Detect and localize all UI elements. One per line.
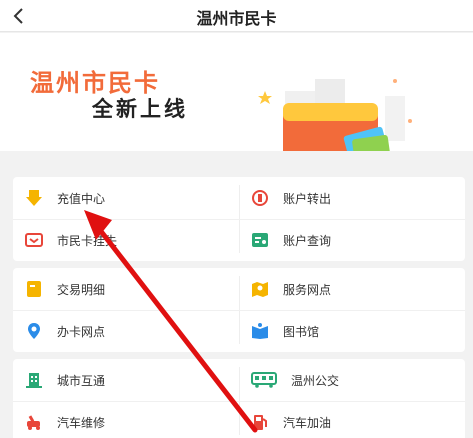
menu-item-label: 账户查询 bbox=[283, 233, 332, 248]
service-group-2: 交易明细 服务网点 办卡网点 图书馆 bbox=[13, 268, 465, 352]
menu-item-transfer-out[interactable]: 账户转出 bbox=[251, 179, 473, 217]
menu-item-card-loss[interactable]: 市民卡挂失 bbox=[25, 221, 251, 259]
fuel-icon bbox=[251, 413, 269, 431]
menu-item-label: 城市互通 bbox=[57, 373, 106, 388]
menu-item-wenzhou-bus[interactable]: 温州公交 bbox=[251, 361, 473, 399]
bus-icon bbox=[251, 371, 277, 389]
service-group-3: 城市互通 温州公交 汽车维修 汽车加油 bbox=[13, 359, 465, 438]
banner-illustration bbox=[258, 79, 412, 151]
banner-subtitle: 全新上线 bbox=[92, 97, 188, 121]
menu-item-car-refuel[interactable]: 汽车加油 bbox=[251, 403, 473, 438]
menu-item-account-query[interactable]: 账户查询 bbox=[251, 221, 473, 259]
service-group-1: 充值中心 账户转出 市民卡挂失 账户查询 bbox=[13, 177, 465, 261]
menu-item-label: 交易明细 bbox=[57, 282, 106, 297]
card-search-icon bbox=[251, 231, 269, 249]
menu-item-card-outlets[interactable]: 办卡网点 bbox=[25, 312, 251, 350]
menu-item-service-outlets[interactable]: 服务网点 bbox=[251, 270, 473, 308]
divider bbox=[13, 401, 465, 402]
menu-item-label: 图书馆 bbox=[283, 324, 320, 339]
menu-item-transactions[interactable]: 交易明细 bbox=[25, 270, 251, 308]
divider bbox=[13, 219, 465, 220]
menu-item-library[interactable]: 图书馆 bbox=[251, 312, 473, 350]
menu-item-label: 市民卡挂失 bbox=[57, 233, 118, 248]
download-arrow-icon bbox=[25, 189, 43, 207]
promo-banner[interactable]: 温州市民卡 全新上线 bbox=[0, 33, 473, 151]
menu-item-recharge[interactable]: 充值中心 bbox=[25, 179, 251, 217]
map-pin-icon bbox=[251, 280, 269, 298]
book-icon bbox=[251, 322, 269, 340]
menu-item-label: 温州公交 bbox=[291, 373, 340, 388]
nav-bar: 温州市民卡 bbox=[0, 0, 473, 32]
receipt-icon bbox=[25, 280, 43, 298]
menu-item-label: 汽车维修 bbox=[57, 415, 106, 430]
menu-item-label: 办卡网点 bbox=[57, 324, 106, 339]
menu-item-label: 账户转出 bbox=[283, 191, 332, 206]
divider bbox=[13, 310, 465, 311]
menu-item-label: 充值中心 bbox=[57, 191, 106, 206]
building-icon bbox=[25, 371, 43, 389]
location-icon bbox=[25, 322, 43, 340]
menu-item-car-repair[interactable]: 汽车维修 bbox=[25, 403, 251, 438]
refresh-circle-icon bbox=[251, 189, 269, 207]
wrench-icon bbox=[25, 413, 43, 431]
wallet-icon bbox=[25, 231, 43, 249]
menu-item-label: 汽车加油 bbox=[283, 415, 332, 430]
menu-item-city-interop[interactable]: 城市互通 bbox=[25, 361, 251, 399]
page-title: 温州市民卡 bbox=[196, 9, 277, 28]
menu-item-label: 服务网点 bbox=[283, 282, 332, 297]
